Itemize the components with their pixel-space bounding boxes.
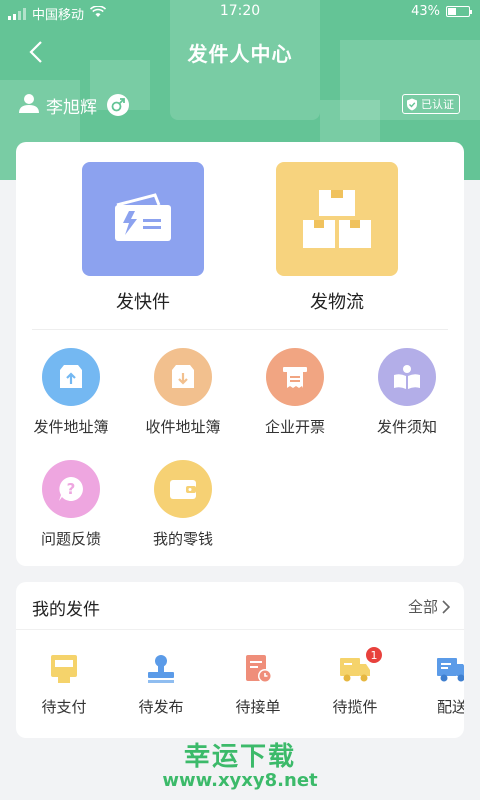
- my-shipments-card: 我的发件 全部 待支付 待发布 待接单 1 待揽件 配送: [16, 582, 464, 738]
- status-pending-publish[interactable]: 待发布: [121, 652, 201, 717]
- book-icon: [378, 348, 436, 406]
- male-gender-icon: [107, 94, 129, 116]
- feedback-button[interactable]: ? 问题反馈: [16, 460, 126, 549]
- delivery-truck-icon: [412, 652, 464, 686]
- send-address-icon: [42, 348, 100, 406]
- status-pending-pickup[interactable]: 1 待揽件: [315, 646, 395, 717]
- send-logistics-label: 发物流: [310, 292, 364, 313]
- send-logistics-button[interactable]: 发物流: [272, 162, 402, 314]
- receive-address-icon: [154, 348, 212, 406]
- receiver-address-book-label: 收件地址簿: [145, 418, 221, 436]
- chevron-right-icon: [442, 599, 450, 614]
- verified-badge: 已认证: [402, 94, 460, 114]
- status-delivering-label: 配送: [436, 698, 464, 716]
- divider: [32, 329, 448, 330]
- status-pending-publish-label: 待发布: [138, 698, 184, 716]
- watermark-url: www.xyxy8.net: [162, 770, 318, 791]
- page-title: 发件人中心: [187, 42, 293, 66]
- user-info: 李旭辉: [18, 92, 129, 118]
- status-pending-pickup-label: 待揽件: [332, 698, 378, 716]
- battery-icon: [446, 6, 472, 17]
- shipping-notice-button[interactable]: 发件须知: [352, 348, 462, 437]
- express-card-icon: [82, 162, 204, 276]
- battery-percent: 43%: [411, 4, 440, 19]
- sender-address-book-label: 发件地址簿: [33, 418, 109, 436]
- sender-address-book-button[interactable]: 发件地址簿: [16, 348, 126, 437]
- services-card: 发快件 发物流 发件地址簿 收件地址簿 企业开票 发件须知 ? 问题反馈 我的零…: [16, 142, 464, 566]
- status-bar: 中国移动 17:20 43%: [0, 0, 480, 24]
- watermark-title: 幸运下载: [183, 742, 296, 772]
- wallet-icon: [154, 460, 212, 518]
- pickup-truck-icon: 1: [315, 646, 395, 686]
- user-icon: [18, 92, 40, 118]
- shipping-notice-label: 发件须知: [376, 418, 437, 436]
- view-all-label: 全部: [407, 598, 438, 616]
- status-pending-payment[interactable]: 待支付: [24, 652, 104, 717]
- publish-stamp-icon: [121, 652, 201, 686]
- accept-order-icon: [218, 652, 298, 686]
- invoice-button[interactable]: 企业开票: [240, 348, 350, 437]
- status-delivering[interactable]: 配送: [412, 652, 464, 717]
- send-express-label: 发快件: [116, 292, 170, 313]
- user-name: 李旭辉: [46, 97, 97, 118]
- verified-label: 已认证: [421, 98, 454, 111]
- invoice-icon: [266, 348, 324, 406]
- status-pending-accept-label: 待接单: [235, 698, 281, 716]
- invoice-label: 企业开票: [264, 418, 325, 436]
- receiver-address-book-button[interactable]: 收件地址簿: [128, 348, 238, 437]
- pay-icon: [24, 652, 104, 686]
- wallet-label: 我的零钱: [152, 530, 213, 548]
- my-shipments-header: 我的发件 全部: [16, 582, 464, 630]
- svg-text:?: ?: [67, 480, 76, 498]
- wallet-button[interactable]: 我的零钱: [128, 460, 238, 549]
- view-all-button[interactable]: 全部: [408, 596, 450, 617]
- pending-pickup-count-badge: 1: [365, 646, 383, 664]
- question-icon: ?: [42, 460, 100, 518]
- status-pending-payment-label: 待支付: [41, 698, 87, 716]
- clock: 17:20: [219, 3, 261, 19]
- my-shipments-title: 我的发件: [32, 600, 100, 620]
- feedback-label: 问题反馈: [40, 530, 101, 548]
- status-pending-accept[interactable]: 待接单: [218, 652, 298, 717]
- send-express-button[interactable]: 发快件: [78, 162, 208, 314]
- shield-check-icon: [407, 98, 417, 110]
- boxes-icon: [276, 162, 398, 276]
